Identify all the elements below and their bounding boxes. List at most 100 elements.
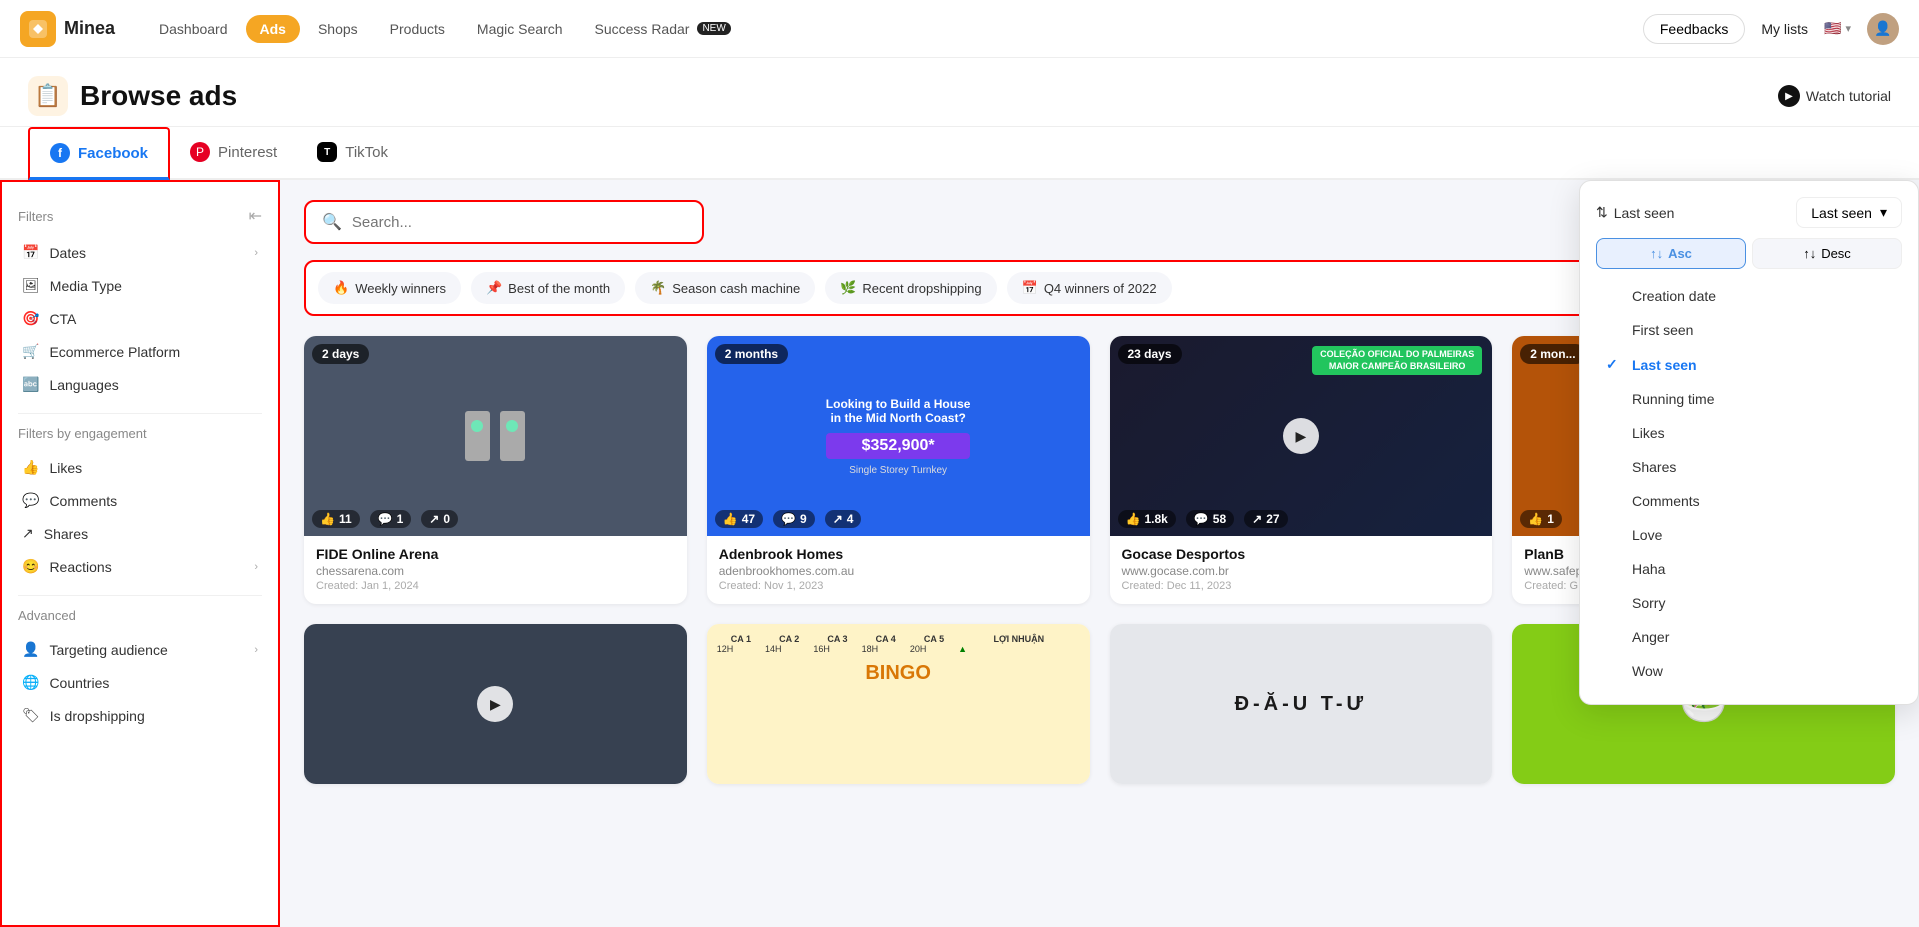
card-5[interactable]: ▶ bbox=[304, 624, 687, 784]
tab-tiktok[interactable]: T TikTok bbox=[297, 128, 408, 179]
sidebar-item-countries[interactable]: 🌐 Countries bbox=[18, 666, 262, 699]
card-3[interactable]: COLEÇÃO OFICIAL DO PALMEIRASMAIOR CAMPEÃ… bbox=[1110, 336, 1493, 604]
option-label: Comments bbox=[1632, 493, 1700, 509]
sort-current-label: Last seen bbox=[1811, 205, 1872, 221]
sort-option-haha[interactable]: Haha bbox=[1596, 552, 1902, 586]
dates-label: Dates bbox=[49, 245, 86, 261]
sort-option-running-time[interactable]: Running time bbox=[1596, 382, 1902, 416]
chip-recent-drop[interactable]: 🌿 Recent dropshipping bbox=[825, 272, 996, 304]
sort-option-sorry[interactable]: Sorry bbox=[1596, 586, 1902, 620]
check-icon: ✓ bbox=[1606, 356, 1622, 373]
nav-items: Dashboard Ads Shops Products Magic Searc… bbox=[145, 15, 1643, 43]
media-type-icon: 🖼 bbox=[22, 277, 40, 294]
card-6[interactable]: CA 1CA 2CA 3CA 4CA 5LỢI NHUẬN 12H14H16H1… bbox=[707, 624, 1090, 784]
sidebar-item-shares[interactable]: ↗ Shares bbox=[18, 517, 262, 550]
chip-season-cash[interactable]: 🌴 Season cash machine bbox=[635, 272, 815, 304]
sort-header: ⇅ Last seen Last seen ▾ bbox=[1596, 197, 1902, 228]
sort-option-last-seen[interactable]: ✓ Last seen bbox=[1596, 347, 1902, 382]
tab-pinterest[interactable]: P Pinterest bbox=[170, 128, 297, 179]
content-area: 🔍 🔥 Weekly winners 📌 Best of the month 🌴… bbox=[280, 180, 1919, 927]
option-label: Shares bbox=[1632, 459, 1676, 475]
sort-option-anger[interactable]: Anger bbox=[1596, 620, 1902, 654]
card-1-stats: 👍 11 💬 1 ↗ 0 bbox=[312, 510, 679, 528]
sidebar-item-likes[interactable]: 👍 Likes bbox=[18, 451, 262, 484]
mylists-button[interactable]: My lists bbox=[1761, 21, 1808, 37]
chip-best-month[interactable]: 📌 Best of the month bbox=[471, 272, 625, 304]
card-6-thumb: CA 1CA 2CA 3CA 4CA 5LỢI NHUẬN 12H14H16H1… bbox=[707, 624, 1090, 784]
reactions-chevron: › bbox=[254, 561, 258, 573]
card-3-shares: ↗ 27 bbox=[1244, 510, 1287, 528]
sort-option-shares[interactable]: Shares bbox=[1596, 450, 1902, 484]
comments-icon: 💬 bbox=[22, 492, 39, 509]
nav-dashboard[interactable]: Dashboard bbox=[145, 15, 242, 43]
engagement-section-title: Filters by engagement bbox=[18, 426, 262, 441]
card-2-date: Created: Nov 1, 2023 bbox=[719, 580, 1078, 592]
tab-facebook[interactable]: f Facebook bbox=[28, 127, 170, 180]
chevron-down-icon: ▾ bbox=[1880, 204, 1887, 221]
sort-option-comments[interactable]: Comments bbox=[1596, 484, 1902, 518]
sidebar-item-cta[interactable]: 🎯 CTA bbox=[18, 302, 262, 335]
asc-button[interactable]: ↑↓ Asc bbox=[1596, 238, 1746, 269]
sidebar-item-dropshipping[interactable]: 🏷 Is dropshipping bbox=[18, 699, 262, 732]
language-button[interactable]: 🇺🇸 ▾ bbox=[1824, 20, 1851, 37]
asc-sort-icon: ↑↓ bbox=[1650, 246, 1663, 261]
sidebar-item-reactions[interactable]: 😊 Reactions › bbox=[18, 550, 262, 583]
card-1[interactable]: 2 days 👍 11 💬 1 ↗ 0 FIDE Online Arena ch… bbox=[304, 336, 687, 604]
logo-icon bbox=[20, 11, 56, 47]
desc-button[interactable]: ↑↓ Desc bbox=[1752, 238, 1902, 269]
nav-products[interactable]: Products bbox=[376, 15, 459, 43]
reactions-label: Reactions bbox=[49, 559, 111, 575]
feedback-button[interactable]: Feedbacks bbox=[1643, 14, 1745, 44]
option-label: Anger bbox=[1632, 629, 1669, 645]
chip-q4-winners[interactable]: 📅 Q4 winners of 2022 bbox=[1007, 272, 1172, 304]
sidebar-item-media-type[interactable]: 🖼 Media Type bbox=[18, 269, 262, 302]
targeting-icon: 👤 bbox=[22, 641, 39, 658]
sort-dropdown-button[interactable]: Last seen ▾ bbox=[1796, 197, 1902, 228]
dates-chevron: › bbox=[254, 247, 258, 259]
sort-option-creation-date[interactable]: Creation date bbox=[1596, 279, 1902, 313]
chip-weekly-winners[interactable]: 🔥 Weekly winners bbox=[318, 272, 461, 304]
sort-option-likes[interactable]: Likes bbox=[1596, 416, 1902, 450]
watch-tutorial-label: Watch tutorial bbox=[1806, 88, 1891, 104]
logo[interactable]: Minea bbox=[20, 11, 115, 47]
comments-label: Comments bbox=[49, 493, 117, 509]
sidebar-item-comments[interactable]: 💬 Comments bbox=[18, 484, 262, 517]
sort-option-wow[interactable]: Wow bbox=[1596, 654, 1902, 688]
sort-label: ⇅ Last seen bbox=[1596, 204, 1674, 221]
sort-option-first-seen[interactable]: First seen bbox=[1596, 313, 1902, 347]
nav-success-radar[interactable]: Success Radar NEW bbox=[581, 15, 745, 43]
card-1-shares: ↗ 0 bbox=[421, 510, 458, 528]
nav-shops[interactable]: Shops bbox=[304, 15, 372, 43]
logo-text: Minea bbox=[64, 18, 115, 39]
nav-ads[interactable]: Ads bbox=[246, 15, 300, 43]
sidebar-item-languages[interactable]: 🔤 Languages bbox=[18, 368, 262, 401]
sidebar-item-targeting[interactable]: 👤 Targeting audience › bbox=[18, 633, 262, 666]
card-1-likes: 👍 11 bbox=[312, 510, 360, 528]
sidebar-collapse-button[interactable]: ⇤ bbox=[249, 206, 262, 226]
pinterest-icon: P bbox=[190, 142, 210, 162]
nav-magic-search[interactable]: Magic Search bbox=[463, 15, 577, 43]
card-5-thumb: ▶ bbox=[304, 624, 687, 784]
card-2[interactable]: Looking to Build a Housein the Mid North… bbox=[707, 336, 1090, 604]
card-1-info: FIDE Online Arena chessarena.com Created… bbox=[304, 536, 687, 604]
card-3-info: Gocase Desportos www.gocase.com.br Creat… bbox=[1110, 536, 1493, 604]
sort-option-love[interactable]: Love bbox=[1596, 518, 1902, 552]
targeting-label: Targeting audience bbox=[49, 642, 167, 658]
card-3-play[interactable]: ▶ bbox=[1283, 418, 1319, 454]
dates-icon: 📅 bbox=[22, 244, 39, 261]
search-input[interactable] bbox=[352, 214, 686, 231]
watch-tutorial-button[interactable]: ▶ Watch tutorial bbox=[1778, 85, 1891, 107]
sidebar: Filters ⇤ 📅 Dates › 🖼 Media Type 🎯 CTA bbox=[0, 180, 280, 927]
card-3-likes: 👍 1.8k bbox=[1118, 510, 1176, 528]
avatar[interactable]: 👤 bbox=[1867, 13, 1899, 45]
sidebar-item-ecommerce[interactable]: 🛒 Ecommerce Platform bbox=[18, 335, 262, 368]
chip-best-month-label: Best of the month bbox=[508, 281, 610, 296]
weekly-icon: 🔥 bbox=[333, 280, 349, 296]
card-7[interactable]: Đ-Ă-U T-Ư bbox=[1110, 624, 1493, 784]
option-label: Wow bbox=[1632, 663, 1663, 679]
card-4-likes: 👍 1 bbox=[1520, 510, 1562, 528]
card-5-play[interactable]: ▶ bbox=[477, 686, 513, 722]
tiktok-icon: T bbox=[317, 142, 337, 162]
card-3-badge: 23 days bbox=[1118, 344, 1182, 364]
sidebar-item-dates[interactable]: 📅 Dates › bbox=[18, 236, 262, 269]
